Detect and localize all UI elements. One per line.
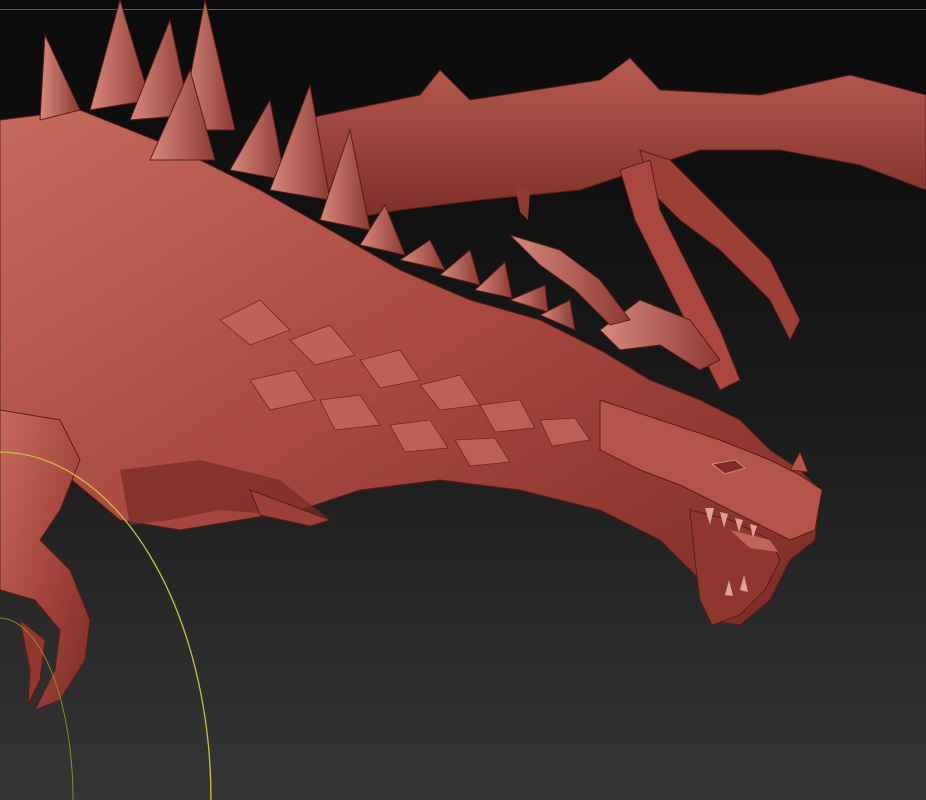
sculpt-viewport[interactable] bbox=[0, 0, 926, 800]
wing-claw bbox=[515, 185, 530, 220]
dragon-model[interactable] bbox=[0, 0, 926, 800]
nose-horn bbox=[789, 450, 809, 473]
dragon-leg bbox=[0, 409, 91, 711]
dragon-claw bbox=[19, 618, 46, 706]
dragon-wing bbox=[299, 57, 926, 221]
